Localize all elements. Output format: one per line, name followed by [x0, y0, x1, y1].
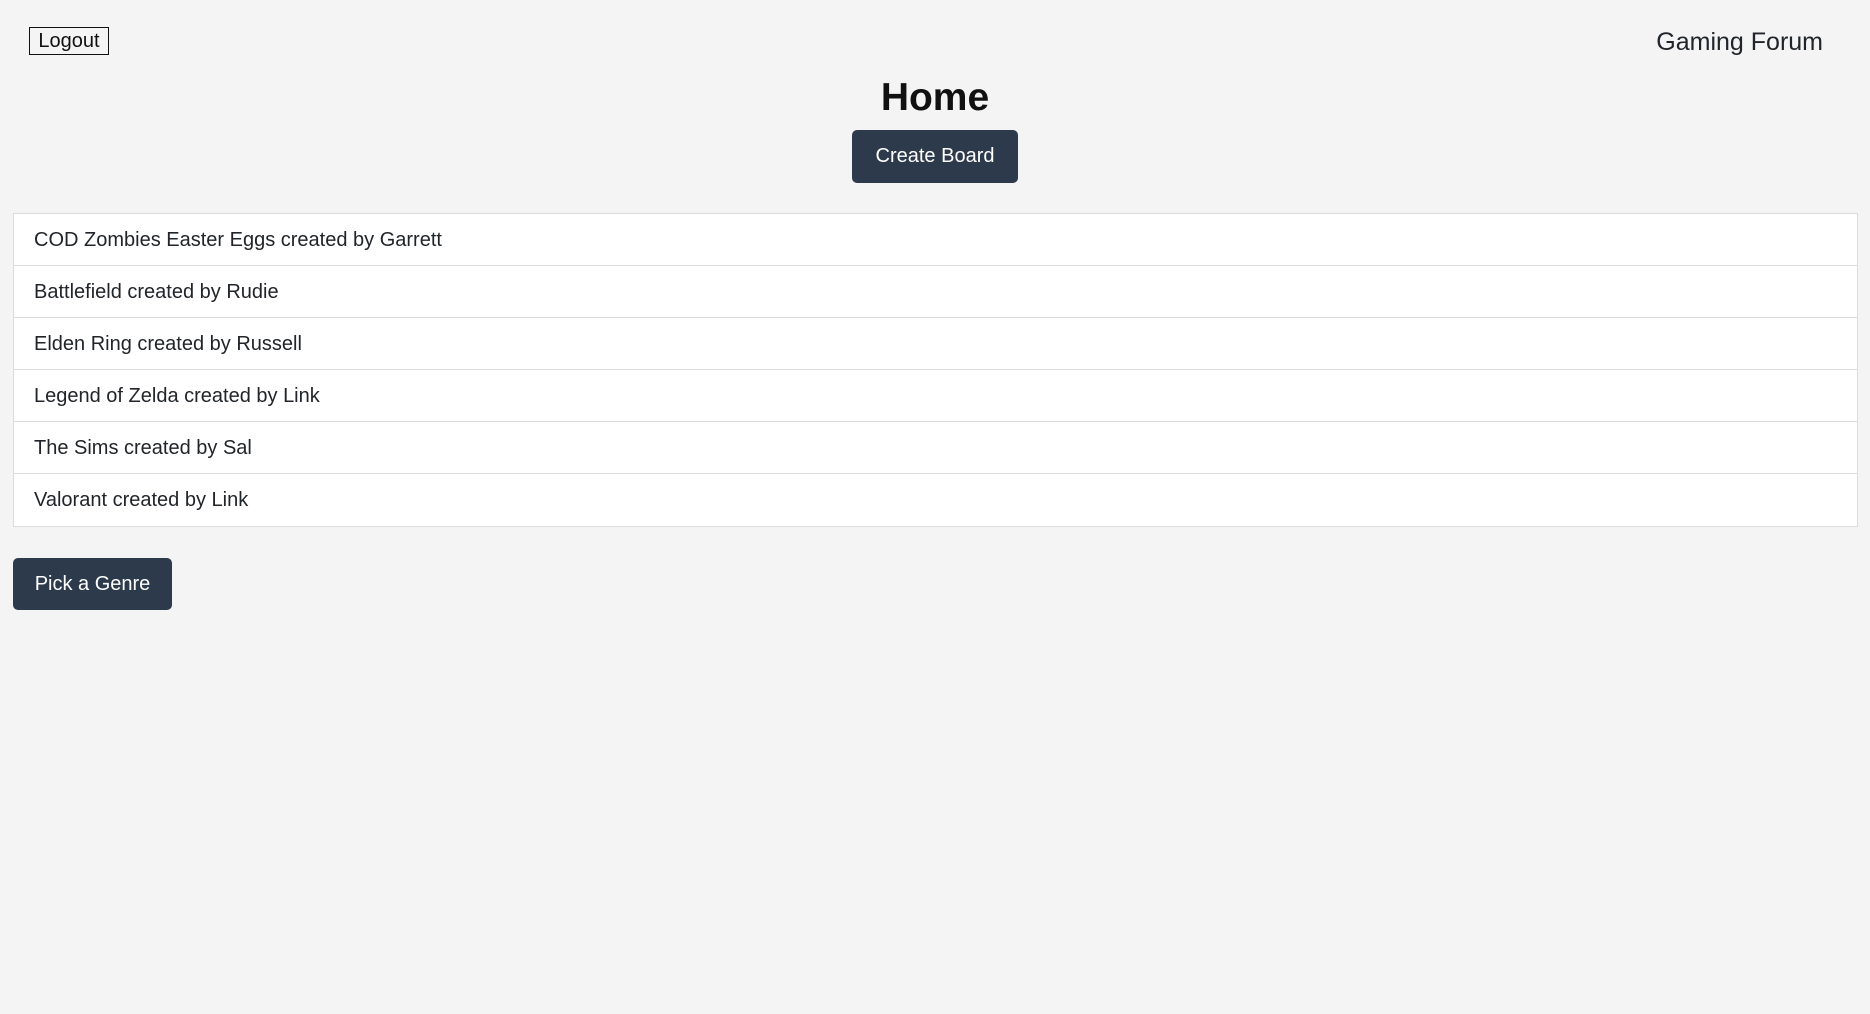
- site-title: Gaming Forum: [1656, 28, 1823, 56]
- board-list-item[interactable]: Elden Ring created by Russell: [14, 318, 1857, 370]
- page: Logout Gaming Forum Home Create Board CO…: [0, 0, 1870, 1014]
- board-list-item[interactable]: Legend of Zelda created by Link: [14, 370, 1857, 422]
- board-list-item[interactable]: Battlefield created by Rudie: [14, 266, 1857, 318]
- pick-genre-button[interactable]: Pick a Genre: [13, 558, 172, 610]
- board-list-item[interactable]: Valorant created by Link: [14, 474, 1857, 526]
- board-list: COD Zombies Easter Eggs created by Garre…: [13, 213, 1858, 527]
- board-list-item[interactable]: The Sims created by Sal: [14, 422, 1857, 474]
- page-title: Home: [880, 76, 990, 119]
- create-board-button[interactable]: Create Board: [852, 130, 1018, 183]
- logout-button[interactable]: Logout: [29, 27, 109, 55]
- board-list-item[interactable]: COD Zombies Easter Eggs created by Garre…: [14, 214, 1857, 266]
